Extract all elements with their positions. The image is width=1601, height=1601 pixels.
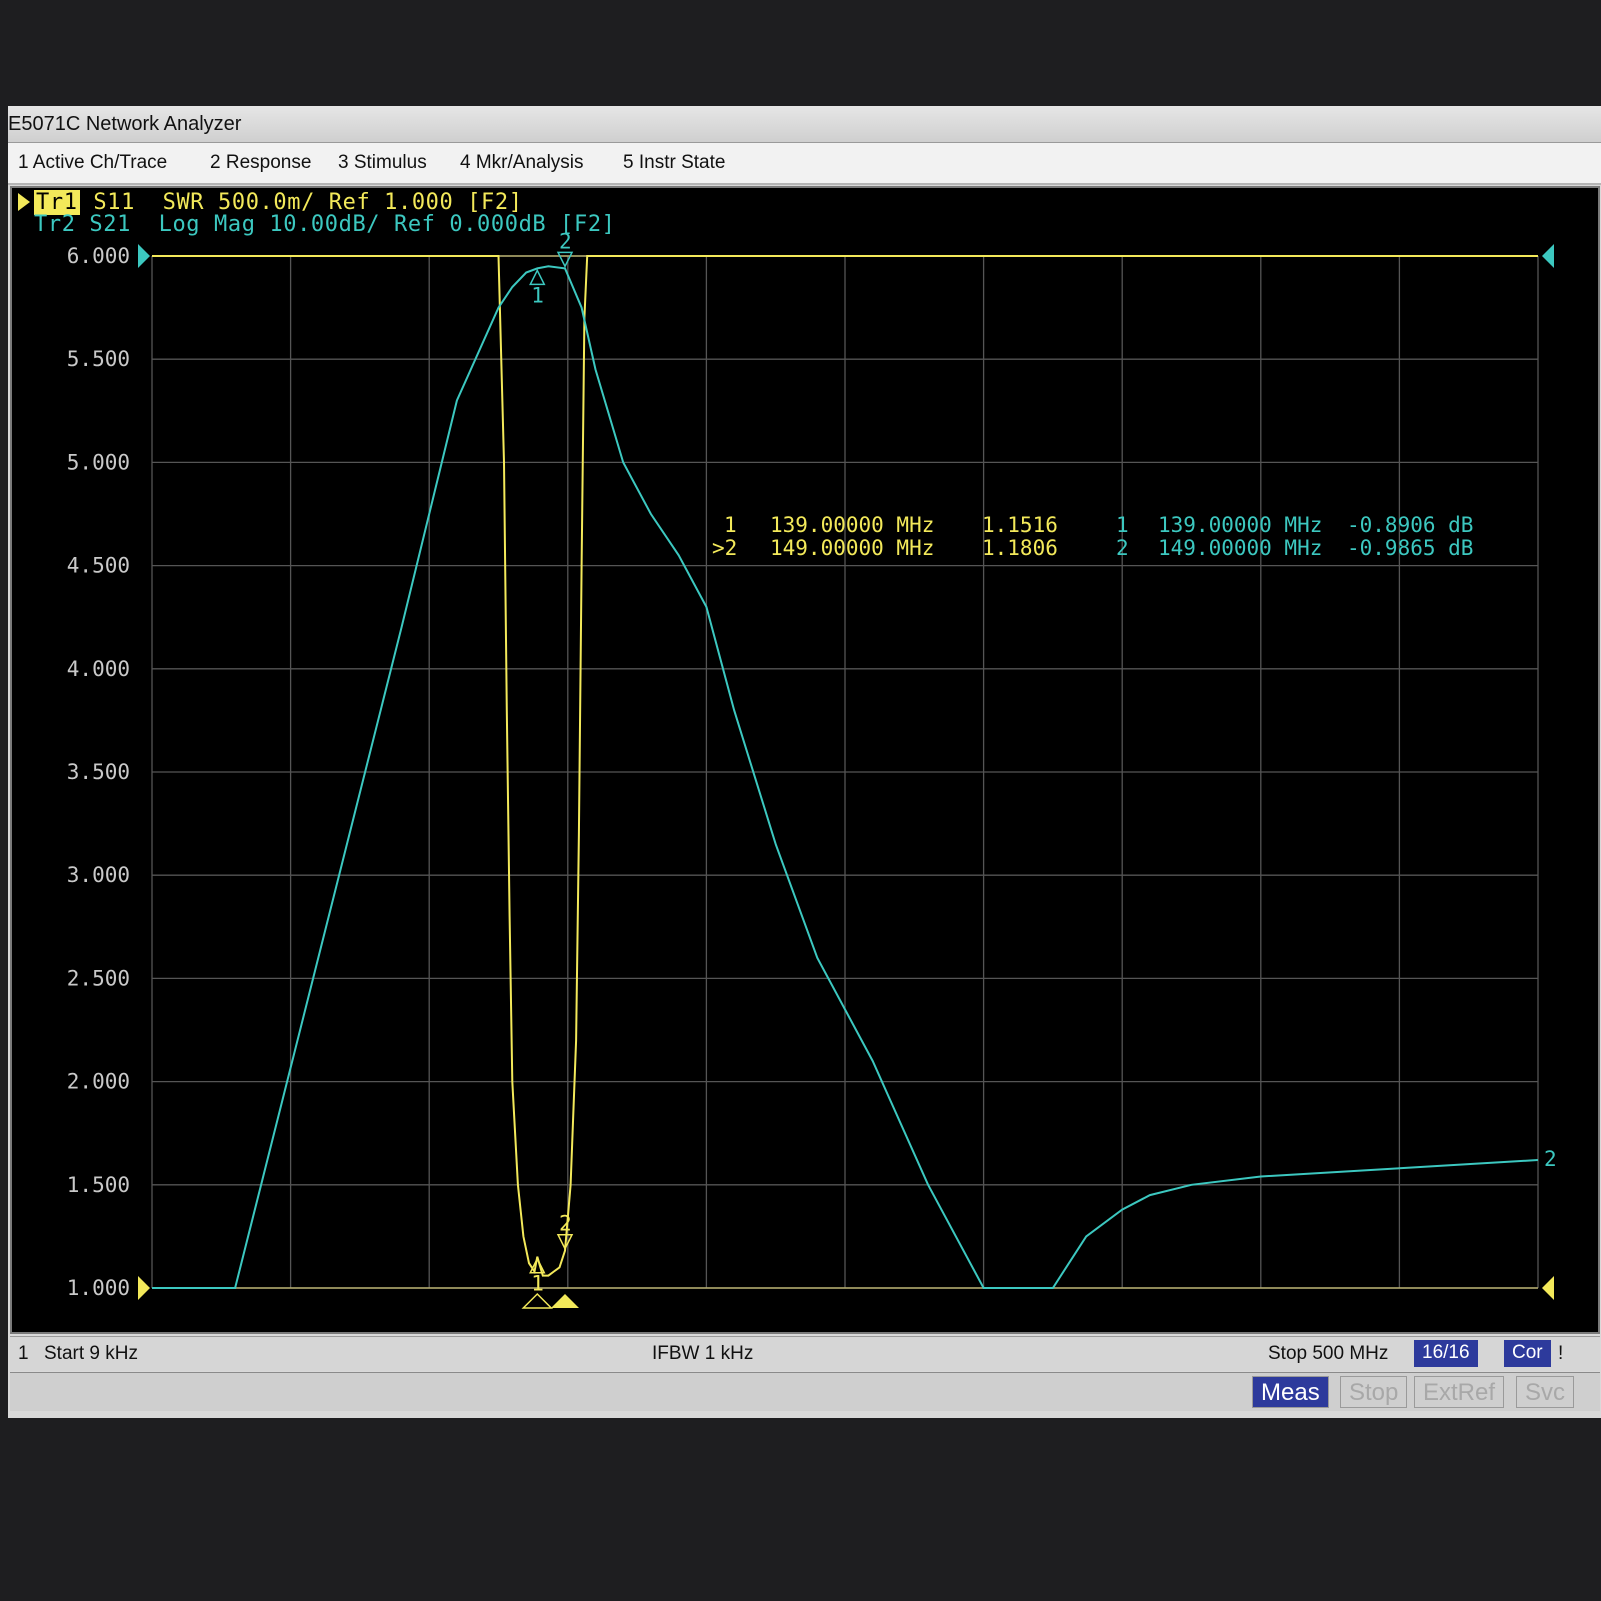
- status-bar: 1 Start 9 kHz IFBW 1 kHz Stop 500 MHz 16…: [10, 1336, 1600, 1371]
- grid: [151, 255, 1539, 1289]
- status-extra: !: [1558, 1343, 1564, 1364]
- marker-number: 1: [531, 283, 544, 307]
- marker-triangle-icon: [556, 251, 574, 269]
- tr2-marker2-id: 2: [1116, 536, 1129, 560]
- ref-arrow-right-icon: [1542, 1276, 1554, 1300]
- ref-arrow-left-icon: [138, 244, 150, 268]
- tr1-marker1-id: 1: [724, 513, 737, 537]
- title-bar[interactable]: E5071C Network Analyzer: [8, 106, 1601, 143]
- marker-number: 2: [559, 229, 572, 253]
- points-badge: 16/16: [1414, 1340, 1478, 1367]
- tr2-marker1-freq: 139.00000 MHz: [1158, 513, 1322, 537]
- tr2-marker1-value: -0.8906 dB: [1347, 513, 1473, 537]
- stimulus-marker-icon: [551, 1294, 580, 1308]
- svc-button[interactable]: Svc: [1516, 1376, 1575, 1408]
- marker-number: 1: [531, 1272, 544, 1296]
- tr2-marker2-freq: 149.00000 MHz: [1158, 536, 1322, 560]
- correction-badge: Cor: [1504, 1340, 1551, 1367]
- analyzer-window: E5071C Network Analyzer 1 Active Ch/Trac…: [8, 106, 1601, 1418]
- channel-number: 1: [18, 1343, 29, 1364]
- ref-arrow-right-icon: [1542, 244, 1554, 268]
- tr1-marker1-freq: 139.00000 MHz: [770, 513, 934, 537]
- marker-symbols: 12122: [521, 229, 1557, 1309]
- stop-frequency[interactable]: Stop 500 MHz: [1268, 1343, 1388, 1365]
- measurement-display[interactable]: Tr1 S11 SWR 500.0m/ Ref 1.000 [F2] Tr2 S…: [10, 186, 1600, 1334]
- plot-area: 6.000 5.500 5.000 4.500 4.000 3.500 3.000 2.500…: [67, 229, 1557, 1309]
- y-tick-label: 5.000: [67, 450, 130, 474]
- tr2-marker1-id: 1: [1116, 513, 1129, 537]
- ref-arrow-left-icon: [138, 1276, 150, 1300]
- stop-button[interactable]: Stop: [1340, 1376, 1408, 1408]
- marker-number: 2: [559, 1212, 572, 1236]
- start-frequency[interactable]: Start 9 kHz: [44, 1343, 138, 1365]
- menu-active-ch-trace[interactable]: 1 Active Ch/Trace: [18, 152, 167, 174]
- menu-mkr-analysis[interactable]: 4 Mkr/Analysis: [460, 152, 584, 174]
- marker-triangle-icon: [529, 268, 546, 286]
- extref-button[interactable]: ExtRef: [1414, 1376, 1505, 1408]
- menu-response[interactable]: 2 Response: [210, 152, 311, 174]
- stimulus-marker-icon: [521, 1292, 554, 1309]
- y-tick-label: 1.500: [67, 1173, 130, 1197]
- meas-button[interactable]: Meas: [1252, 1376, 1329, 1408]
- tr1-marker2-id: >2: [712, 536, 737, 560]
- y-tick-label: 3.500: [67, 760, 130, 784]
- y-tick-label: 2.500: [67, 966, 130, 990]
- marker-readout: 1 139.00000 MHz 1.1516 >2 149.00000 MHz …: [712, 513, 1473, 560]
- softkey-bar: Meas Stop ExtRef Svc: [10, 1372, 1600, 1411]
- y-tick-label: 1.000: [67, 1276, 130, 1300]
- tr1-marker2-value: 1.1806: [982, 536, 1058, 560]
- trace-end-label: 2: [1544, 1147, 1557, 1171]
- menu-stimulus[interactable]: 3 Stimulus: [338, 152, 427, 174]
- y-tick-label: 4.500: [67, 554, 130, 578]
- y-tick-label: 5.500: [67, 347, 130, 371]
- y-tick-label: 2.000: [67, 1070, 130, 1094]
- tr2-marker2-value: -0.9865 dB: [1347, 536, 1473, 560]
- menu-bar: 1 Active Ch/Trace 2 Response 3 Stimulus …: [8, 143, 1601, 185]
- y-tick-label: 6.000: [67, 244, 130, 268]
- menu-instr-state[interactable]: 5 Instr State: [623, 152, 725, 174]
- if-bandwidth[interactable]: IFBW 1 kHz: [652, 1343, 753, 1365]
- y-axis-ticks: 6.000 5.500 5.000 4.500 4.000 3.500 3.000 2.500…: [67, 244, 130, 1300]
- tr1-marker1-value: 1.1516: [982, 513, 1058, 537]
- y-tick-label: 3.000: [67, 863, 130, 887]
- window-title: E5071C Network Analyzer: [8, 113, 242, 135]
- tr1-marker2-freq: 149.00000 MHz: [770, 536, 934, 560]
- y-tick-label: 4.000: [67, 657, 130, 681]
